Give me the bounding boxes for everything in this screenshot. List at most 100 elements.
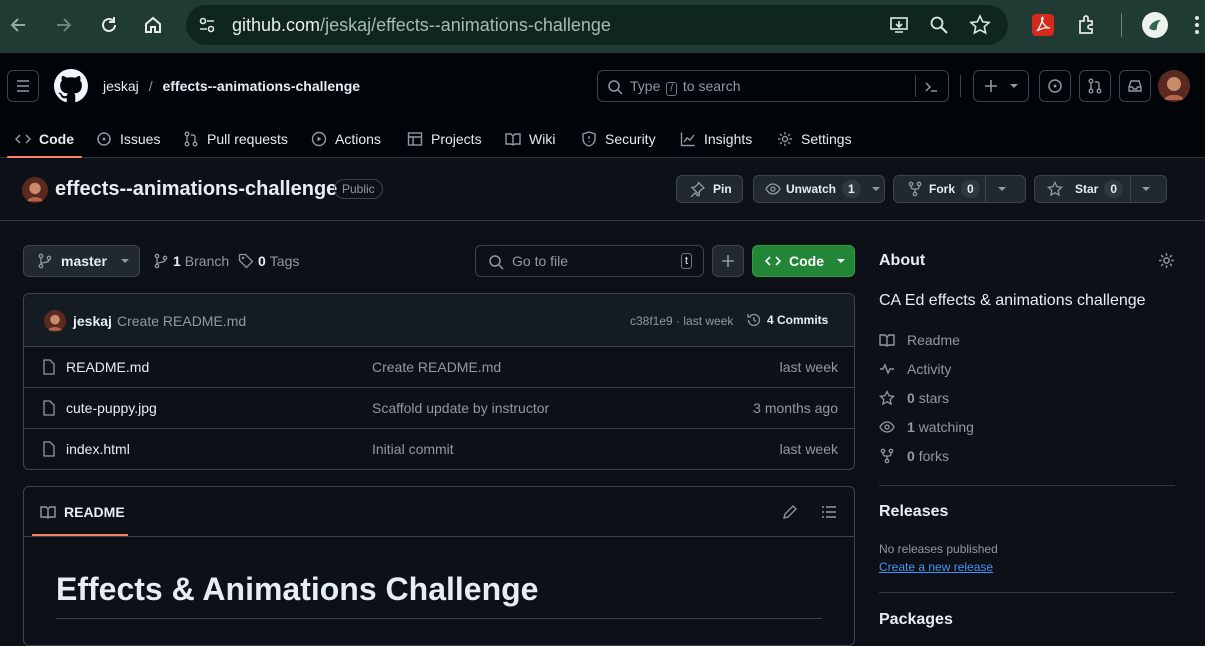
issue-icon <box>97 132 111 146</box>
file-commit-message[interactable]: Scaffold update by instructor <box>372 400 549 416</box>
file-commit-message[interactable]: Create README.md <box>372 359 501 375</box>
command-palette-icon[interactable] <box>923 79 939 95</box>
search-input[interactable]: Type / to search <box>597 70 949 102</box>
file-name[interactable]: cute-puppy.jpg <box>66 400 157 416</box>
forward-button[interactable] <box>48 10 78 40</box>
zoom-icon[interactable] <box>929 15 949 35</box>
star-icon <box>1047 181 1063 197</box>
releases-title[interactable]: Releases <box>879 503 948 521</box>
pull-requests-button[interactable] <box>1079 70 1111 102</box>
tab-projects[interactable]: Projects <box>407 121 482 157</box>
readme-tab[interactable]: README <box>40 504 125 520</box>
issue-icon <box>1048 79 1062 93</box>
browser-menu-icon[interactable] <box>1193 14 1201 36</box>
owner-avatar[interactable] <box>22 177 48 203</box>
extensions-puzzle-icon[interactable] <box>1076 13 1100 37</box>
tab-settings-label: Settings <box>801 131 852 147</box>
pin-button[interactable]: Pin <box>676 175 743 203</box>
fork-count: 0 <box>961 180 980 198</box>
readme-link[interactable]: Readme <box>879 332 960 348</box>
branch-select[interactable]: master <box>23 245 140 277</box>
toolbar-divider <box>1121 13 1122 37</box>
github-logo-icon[interactable] <box>54 69 88 103</box>
commit-hash-time[interactable]: c38f1e9 · last week <box>630 314 733 328</box>
bookmark-star-icon[interactable] <box>969 14 991 36</box>
plus-icon <box>985 80 997 92</box>
add-file-button[interactable] <box>712 245 744 277</box>
file-name[interactable]: index.html <box>66 441 130 457</box>
github-header: jeskaj / effects--animations-challenge T… <box>0 53 1205 158</box>
tab-pull-requests[interactable]: Pull requests <box>183 121 288 157</box>
create-release-link[interactable]: Create a new release <box>879 560 993 574</box>
forks-link[interactable]: 0 forks <box>879 448 949 464</box>
tab-security-label: Security <box>605 131 656 147</box>
commit-message[interactable]: Create README.md <box>117 313 246 329</box>
commit-author[interactable]: jeskaj <box>73 313 112 329</box>
watching-link[interactable]: 1 watching <box>879 419 974 435</box>
unwatch-button[interactable]: Unwatch 1 <box>753 175 885 203</box>
file-commit-message[interactable]: Initial commit <box>372 441 454 457</box>
address-bar[interactable]: github.com/jeskaj/effects--animations-ch… <box>186 5 1008 45</box>
code-dropdown-button[interactable]: Code <box>752 245 855 277</box>
shield-icon <box>582 131 596 147</box>
pdf-extension-icon[interactable] <box>1032 14 1054 36</box>
home-button[interactable] <box>138 10 168 40</box>
install-app-icon[interactable] <box>889 15 909 35</box>
star-label: Star <box>1075 182 1099 196</box>
reload-button[interactable] <box>94 10 124 40</box>
breadcrumb-repo[interactable]: effects--animations-challenge <box>162 78 360 94</box>
file-name[interactable]: README.md <box>66 359 149 375</box>
readme-link-label: Readme <box>907 332 960 348</box>
create-new-button[interactable] <box>973 70 1029 102</box>
tab-security[interactable]: Security <box>581 121 656 157</box>
tab-settings[interactable]: Settings <box>777 121 852 157</box>
go-to-file-placeholder: Go to file <box>512 253 569 269</box>
tab-code[interactable]: Code <box>7 121 82 158</box>
stars-label: stars <box>918 390 950 406</box>
caret-down-icon[interactable] <box>997 184 1007 194</box>
about-title: About <box>879 252 926 269</box>
breadcrumb-owner[interactable]: jeskaj <box>103 78 139 94</box>
tab-insights[interactable]: Insights <box>680 121 752 157</box>
browser-toolbar: github.com/jeskaj/effects--animations-ch… <box>0 0 1205 53</box>
avatar-image-icon <box>1158 70 1190 102</box>
commit-author-avatar[interactable] <box>44 310 66 332</box>
breadcrumb-separator: / <box>148 78 153 94</box>
packages-title[interactable]: Packages <box>879 611 953 629</box>
profile-avatar[interactable] <box>1142 12 1168 38</box>
go-to-file-input[interactable]: Go to file t <box>475 245 704 277</box>
caret-down-icon[interactable] <box>1141 184 1151 194</box>
tab-issues[interactable]: Issues <box>96 121 160 157</box>
stars-link[interactable]: 0 stars <box>879 390 949 406</box>
list-outline-icon[interactable] <box>821 504 837 520</box>
fork-icon <box>880 448 894 464</box>
branches-link[interactable]: 1 Branch <box>153 253 229 269</box>
url-text[interactable]: github.com/jeskaj/effects--animations-ch… <box>232 15 611 36</box>
tab-actions[interactable]: Actions <box>311 121 381 157</box>
user-avatar[interactable] <box>1158 70 1190 102</box>
branch-label: Branch <box>184 253 230 269</box>
pencil-icon[interactable] <box>782 504 798 520</box>
site-settings-icon[interactable] <box>198 16 216 34</box>
file-commit-time: 3 months ago <box>753 400 838 416</box>
tab-wiki[interactable]: Wiki <box>505 121 555 157</box>
commits-link[interactable]: 4 Commits <box>746 312 828 328</box>
issues-button[interactable] <box>1039 70 1071 102</box>
back-button[interactable] <box>4 10 34 40</box>
code-icon <box>15 134 31 144</box>
inbox-button[interactable] <box>1119 70 1151 102</box>
star-button[interactable]: Star 0 <box>1034 175 1167 203</box>
repo-header-divider <box>0 220 1205 221</box>
gear-icon[interactable] <box>1158 252 1175 269</box>
file-icon <box>43 359 55 375</box>
repo-title[interactable]: effects--animations-challenge <box>55 178 337 201</box>
caret-down-icon[interactable] <box>871 184 881 194</box>
tags-link[interactable]: 0 Tags <box>238 253 299 269</box>
fork-button[interactable]: Fork 0 <box>893 175 1026 203</box>
caret-down-icon <box>120 259 129 263</box>
inbox-icon <box>1128 80 1142 92</box>
activity-link[interactable]: Activity <box>879 361 951 377</box>
hamburger-button[interactable] <box>7 70 39 102</box>
readme-panel: README Effects & Animations Challenge <box>23 486 855 646</box>
table-row: index.html Initial commit last week <box>24 429 854 469</box>
